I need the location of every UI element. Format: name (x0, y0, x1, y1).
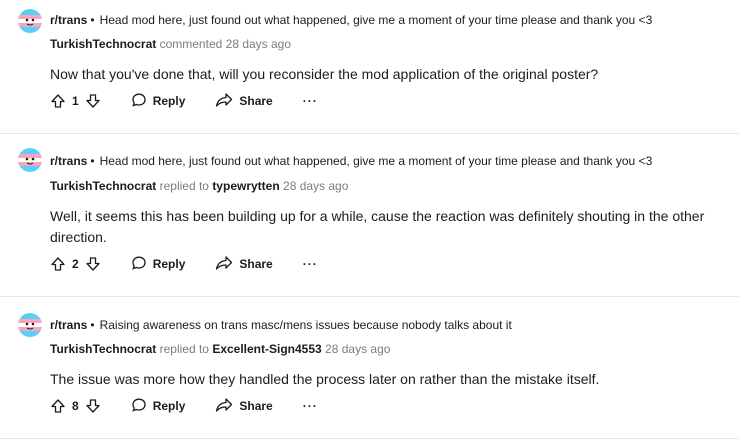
share-arrow-icon (215, 92, 239, 111)
subreddit-avatar-icon[interactable] (18, 148, 42, 172)
vote-count: 2 (72, 257, 79, 271)
vote-controls: 1 (50, 93, 101, 109)
author-link[interactable]: TurkishTechnocrat (50, 37, 156, 51)
upvote-arrow-icon[interactable] (50, 93, 66, 109)
speech-bubble-icon (131, 92, 153, 111)
post-context: r/trans • Head mod here, just found out wh… (50, 154, 652, 168)
comment-time: 28 days ago (225, 37, 292, 51)
more-options-button[interactable]: ··· (303, 94, 318, 108)
speech-bubble-icon (131, 255, 153, 274)
upvote-arrow-icon[interactable] (50, 256, 66, 272)
vote-controls: 8 (50, 398, 101, 414)
post-context: r/trans • Raising awareness on trans masc/… (50, 318, 512, 332)
reply-button[interactable]: Reply (131, 397, 186, 416)
post-title-link[interactable]: Head mod here, just found out what happe… (100, 154, 653, 168)
comment-meta: TurkishTechnocrat replied to Excellent-S… (50, 342, 390, 356)
upvote-arrow-icon[interactable] (50, 398, 66, 414)
comment-meta: TurkishTechnocrat commented 28 days ago (50, 37, 291, 51)
more-options-button[interactable]: ··· (303, 399, 318, 413)
separator-dot: • (90, 154, 95, 168)
share-arrow-icon (215, 255, 239, 274)
share-button[interactable]: Share (215, 397, 273, 416)
vote-count: 1 (72, 94, 79, 108)
comment-actions: 8 Reply Share ··· (50, 396, 318, 416)
reply-target-link[interactable]: typewrytten (212, 179, 279, 193)
separator-dot: • (90, 318, 95, 332)
author-link[interactable]: TurkishTechnocrat (50, 179, 156, 193)
reply-label: Reply (152, 257, 186, 271)
comment-feed: r/trans • Head mod here, just found out wh… (0, 0, 739, 441)
subreddit-link[interactable]: r/trans (50, 13, 87, 27)
subreddit-link[interactable]: r/trans (50, 318, 87, 332)
reply-button[interactable]: Reply (131, 92, 186, 111)
post-title-link[interactable]: Head mod here, just found out what happe… (100, 13, 653, 27)
action-text: commented (159, 37, 223, 51)
more-options-button[interactable]: ··· (303, 257, 318, 271)
comment-meta: TurkishTechnocrat replied to typewrytten… (50, 179, 348, 193)
separator-dot: • (90, 13, 95, 27)
speech-bubble-icon (131, 397, 153, 416)
comment-card[interactable]: r/trans • Head mod here, just found out wh… (0, 134, 739, 296)
reply-label: Reply (152, 94, 186, 108)
comment-card[interactable]: r/trans • Raising awareness on trans masc/… (0, 297, 739, 438)
vote-controls: 2 (50, 256, 101, 272)
share-button[interactable]: Share (215, 255, 273, 274)
comment-actions: 2 Reply Share ··· (50, 254, 318, 274)
downvote-arrow-icon[interactable] (85, 93, 101, 109)
divider (0, 438, 739, 439)
reply-target-link[interactable]: Excellent-Sign4553 (212, 342, 321, 356)
comment-card[interactable]: r/trans • Head mod here, just found out wh… (0, 0, 739, 133)
post-context: r/trans • Head mod here, just found out wh… (50, 13, 652, 27)
author-link[interactable]: TurkishTechnocrat (50, 342, 156, 356)
comment-body: Well, it seems this has been building up… (50, 208, 705, 245)
comment-time: 28 days ago (283, 179, 349, 193)
reply-label: Reply (152, 399, 186, 413)
reply-button[interactable]: Reply (131, 255, 186, 274)
downvote-arrow-icon[interactable] (85, 398, 101, 414)
comment-body: The issue was more how they handled the … (50, 371, 600, 387)
share-label: Share (239, 257, 273, 271)
post-title-link[interactable]: Raising awareness on trans masc/mens iss… (100, 318, 512, 332)
share-label: Share (239, 399, 273, 413)
share-arrow-icon (215, 397, 239, 416)
comment-body: Now that you've done that, will you reco… (50, 66, 599, 82)
comment-time: 28 days ago (325, 342, 391, 356)
subreddit-avatar-icon[interactable] (18, 9, 42, 33)
downvote-arrow-icon[interactable] (85, 256, 101, 272)
vote-count: 8 (72, 399, 79, 413)
subreddit-avatar-icon[interactable] (18, 313, 42, 337)
action-text: replied to (159, 342, 209, 356)
comment-actions: 1 Reply Share ··· (50, 91, 318, 111)
action-text: replied to (159, 179, 209, 193)
share-button[interactable]: Share (215, 92, 273, 111)
share-label: Share (239, 94, 273, 108)
subreddit-link[interactable]: r/trans (50, 154, 87, 168)
